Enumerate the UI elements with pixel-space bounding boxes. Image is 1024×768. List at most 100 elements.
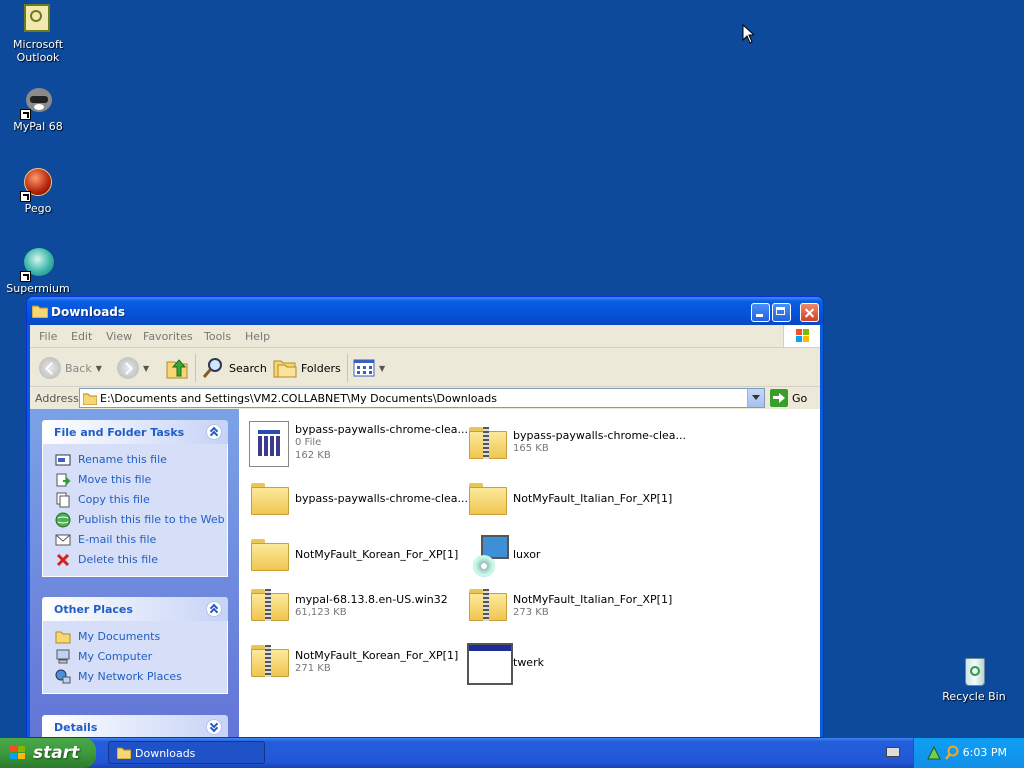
file-list: bypass-paywalls-chrome-clea... 0 File 16… — [239, 409, 820, 737]
up-folder-icon[interactable] — [165, 356, 189, 380]
file-type: 0 File — [295, 437, 322, 448]
folders-icon — [273, 360, 297, 378]
place-my-network-places[interactable]: My Network Places — [43, 667, 227, 687]
back-dropdown-icon[interactable]: ▼ — [96, 364, 102, 373]
folder-icon — [32, 305, 48, 318]
file-folder-tasks-header[interactable]: File and Folder Tasks — [42, 420, 228, 444]
file-item[interactable]: NotMyFault_Korean_For_XP[1] 271 KB — [247, 637, 459, 685]
taskbar-button-downloads[interactable]: Downloads — [108, 741, 265, 764]
place-label: My Network Places — [78, 670, 182, 683]
close-button[interactable] — [800, 303, 819, 322]
system-tray: 6:03 PM — [913, 738, 1024, 768]
go-button[interactable]: Go — [770, 389, 807, 407]
file-item[interactable]: NotMyFault_Italian_For_XP[1] 273 KB — [465, 581, 675, 629]
forward-dropdown-icon[interactable]: ▼ — [143, 364, 149, 373]
exe-icon — [247, 419, 295, 467]
file-folder-tasks-list: Rename this file Move this file Copy thi… — [42, 444, 228, 577]
views-dropdown-icon[interactable]: ▼ — [379, 364, 385, 373]
file-name: luxor — [513, 548, 541, 561]
place-my-documents[interactable]: My Documents — [43, 627, 227, 647]
views-icon — [353, 359, 375, 377]
task-label: Delete this file — [78, 553, 158, 566]
task-delete-file[interactable]: Delete this file — [43, 550, 227, 570]
collapse-chevron-icon[interactable] — [206, 424, 222, 440]
menu-favorites[interactable]: Favorites — [143, 330, 193, 343]
my-documents-folder-icon — [55, 631, 71, 644]
file-item[interactable]: twerk — [465, 639, 675, 687]
place-my-computer[interactable]: My Computer — [43, 647, 227, 667]
details-header[interactable]: Details — [42, 715, 228, 737]
address-input[interactable]: E:\Documents and Settings\VM2.COLLABNET\… — [79, 388, 765, 408]
task-publish-web[interactable]: Publish this file to the Web — [43, 510, 227, 530]
task-label: Copy this file — [78, 493, 150, 506]
task-move-file[interactable]: Move this file — [43, 470, 227, 490]
desktop-icon-mypal[interactable]: MyPal 68 — [0, 86, 76, 133]
desktop-icon-supermium[interactable]: Supermium — [0, 248, 76, 295]
folder-icon — [247, 531, 295, 579]
file-name: NotMyFault_Korean_For_XP[1] — [295, 649, 459, 662]
expand-chevron-icon[interactable] — [206, 719, 222, 735]
minimize-button[interactable] — [751, 303, 770, 322]
file-item[interactable]: bypass-paywalls-chrome-clea... 0 File 16… — [247, 419, 468, 467]
task-label: Move this file — [78, 473, 152, 486]
task-label: Publish this file to the Web — [78, 513, 225, 526]
keyboard-layout-icon[interactable] — [886, 747, 900, 757]
menu-edit[interactable]: Edit — [71, 330, 92, 343]
desktop-icon-label: Supermium — [6, 282, 70, 295]
place-label: My Documents — [78, 630, 161, 643]
other-places-panel: Other Places My Documents My Computer My… — [42, 597, 228, 694]
window-title: Downloads — [51, 305, 126, 319]
search-tray-icon[interactable] — [944, 745, 960, 761]
file-name: bypass-paywalls-chrome-clea... — [295, 423, 469, 436]
file-size: 273 KB — [513, 607, 549, 618]
menu-tools[interactable]: Tools — [204, 330, 231, 343]
desktop-icon-outlook[interactable]: Microsoft Outlook — [0, 4, 76, 64]
folders-label: Folders — [301, 361, 341, 375]
task-email-file[interactable]: E-mail this file — [43, 530, 227, 550]
collapse-chevron-icon[interactable] — [206, 601, 222, 617]
forward-button[interactable]: ▼ — [117, 356, 149, 380]
search-label: Search — [229, 361, 267, 375]
file-name: NotMyFault_Korean_For_XP[1] — [295, 548, 459, 561]
network-places-icon — [55, 669, 71, 684]
file-item[interactable]: luxor — [465, 531, 675, 579]
menu-help[interactable]: Help — [245, 330, 270, 343]
panel-title: Other Places — [54, 603, 133, 616]
file-name: NotMyFault_Italian_For_XP[1] — [513, 593, 673, 606]
windows-flag-icon — [10, 746, 26, 760]
folder-item[interactable]: NotMyFault_Korean_For_XP[1] — [247, 531, 459, 579]
pego-icon — [20, 168, 54, 202]
folders-button[interactable]: Folders — [273, 356, 341, 380]
start-button[interactable]: start — [0, 738, 96, 768]
folder-item[interactable]: bypass-paywalls-chrome-clea... — [247, 475, 468, 523]
folder-icon — [117, 747, 131, 759]
zip-folder-icon — [247, 637, 295, 685]
back-button[interactable]: Back ▼ — [39, 356, 102, 380]
menu-file[interactable]: File — [39, 330, 57, 343]
title-bar[interactable]: Downloads — [27, 297, 823, 325]
views-button[interactable]: ▼ — [353, 356, 385, 380]
zip-folder-icon — [247, 581, 295, 629]
menu-view[interactable]: View — [106, 330, 132, 343]
start-label: start — [33, 743, 80, 763]
explorer-window[interactable]: Downloads File Edit View Favorites Tools… — [26, 296, 824, 738]
folder-icon — [465, 475, 513, 523]
file-item[interactable]: bypass-paywalls-chrome-clea... 165 KB — [465, 419, 686, 467]
task-copy-file[interactable]: Copy this file — [43, 490, 227, 510]
file-item[interactable]: mypal-68.13.8.en-US.win32 61,123 KB — [247, 581, 457, 629]
file-name: NotMyFault_Italian_For_XP[1] — [513, 492, 673, 505]
desktop-icon-label: Microsoft Outlook — [12, 38, 64, 64]
maximize-button[interactable] — [772, 303, 791, 322]
file-size: 271 KB — [295, 663, 331, 674]
desktop-icon-pego[interactable]: Pego — [0, 168, 76, 215]
details-panel: Details — [42, 715, 228, 737]
folder-item[interactable]: NotMyFault_Italian_For_XP[1] — [465, 475, 675, 523]
menu-bar: File Edit View Favorites Tools Help — [30, 325, 820, 348]
search-button[interactable]: Search — [201, 356, 267, 380]
desktop-icon-recycle-bin[interactable]: Recycle Bin — [936, 656, 1012, 703]
address-dropdown-icon[interactable] — [747, 389, 764, 407]
other-places-header[interactable]: Other Places — [42, 597, 228, 621]
taskbar-button-label: Downloads — [135, 747, 196, 760]
network-tray-icon[interactable] — [926, 745, 942, 761]
task-rename-file[interactable]: Rename this file — [43, 450, 227, 470]
